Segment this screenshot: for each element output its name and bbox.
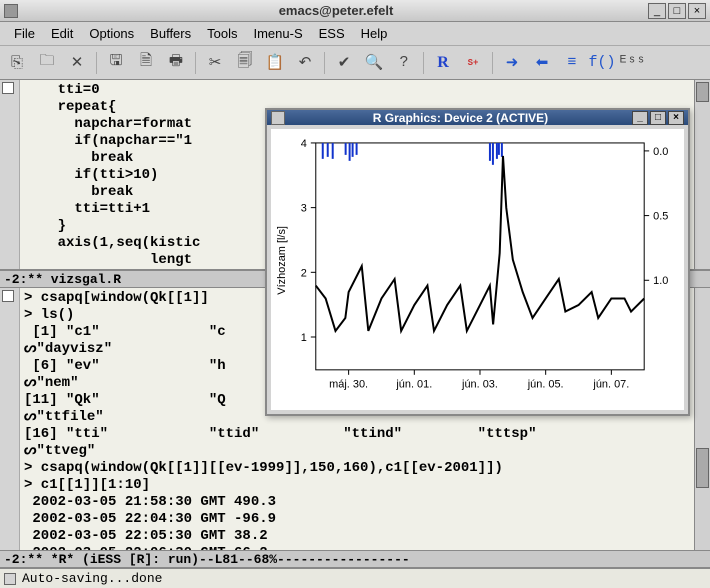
save-icon[interactable]: 🖫 bbox=[105, 52, 127, 74]
arrow-fn-icon[interactable]: f() bbox=[591, 52, 613, 74]
arrow-left-icon[interactable]: ⬅ bbox=[531, 52, 553, 74]
svg-text:máj. 30.: máj. 30. bbox=[329, 379, 368, 391]
help-icon[interactable]: ? bbox=[393, 52, 415, 74]
splus-icon[interactable]: S+ bbox=[462, 52, 484, 74]
minibuffer: Auto-saving...done bbox=[0, 568, 710, 588]
cut-icon[interactable]: ✂ bbox=[204, 52, 226, 74]
editor-scrollbar[interactable] bbox=[694, 80, 710, 269]
paste-icon[interactable]: 📋 bbox=[264, 52, 286, 74]
copy-icon[interactable]: 🗐 bbox=[234, 52, 256, 74]
arrow-lines-icon[interactable]: ≡ bbox=[561, 52, 583, 74]
r-graphics-title: R Graphics: Device 2 (ACTIVE) bbox=[289, 111, 632, 125]
menubar: File Edit Options Buffers Tools Imenu-S … bbox=[0, 22, 710, 46]
folder-icon[interactable]: 🗀 bbox=[36, 52, 58, 74]
svg-text:0.0: 0.0 bbox=[653, 146, 668, 158]
gutter-mark-icon bbox=[2, 82, 14, 94]
editor-gutter bbox=[0, 80, 20, 269]
r-plot-area: 4 3 2 1 0.0 0.5 1.0 máj. 30. bbox=[271, 129, 684, 410]
y-left-ticks: 4 3 2 1 bbox=[301, 138, 316, 344]
r-graphics-buttons: _ □ × bbox=[632, 111, 684, 125]
close-x-icon[interactable]: ✕ bbox=[66, 52, 88, 74]
spell-icon[interactable]: ✔ bbox=[333, 52, 355, 74]
toolbar-sep bbox=[96, 52, 97, 74]
r-max-button[interactable]: □ bbox=[650, 111, 666, 125]
svg-text:4: 4 bbox=[301, 138, 307, 150]
undo-icon[interactable]: ↶ bbox=[294, 52, 316, 74]
svg-text:0.5: 0.5 bbox=[653, 211, 668, 223]
console-scrollbar[interactable] bbox=[694, 288, 710, 550]
r-min-button[interactable]: _ bbox=[632, 111, 648, 125]
r-icon[interactable]: R bbox=[432, 52, 454, 74]
menu-file[interactable]: File bbox=[8, 23, 41, 44]
plot-frame bbox=[316, 143, 644, 370]
toolbar-sep bbox=[324, 52, 325, 74]
window-buttons: _ □ × bbox=[648, 3, 706, 19]
toolbar-sep bbox=[423, 52, 424, 74]
menu-help[interactable]: Help bbox=[355, 23, 394, 44]
page-icon[interactable]: 🗎 bbox=[135, 52, 157, 74]
menu-imenu-s[interactable]: Imenu-S bbox=[247, 23, 308, 44]
search-icon[interactable]: 🔍 bbox=[363, 52, 385, 74]
svg-text:jún. 01.: jún. 01. bbox=[395, 379, 432, 391]
y-right-ticks: 0.0 0.5 1.0 bbox=[644, 146, 668, 287]
minibuffer-text: Auto-saving...done bbox=[22, 571, 162, 586]
svg-text:jún. 07.: jún. 07. bbox=[592, 379, 629, 391]
titlebar: emacs@peter.efelt _ □ × bbox=[0, 0, 710, 22]
menu-buffers[interactable]: Buffers bbox=[144, 23, 197, 44]
chart-line-series bbox=[316, 156, 644, 331]
minibuf-mark-icon bbox=[4, 573, 16, 585]
svg-text:3: 3 bbox=[301, 203, 307, 215]
scrollbar-thumb[interactable] bbox=[696, 82, 709, 102]
toolbar-sep bbox=[492, 52, 493, 74]
modeline-console: -2:** *R* (iESS [R]: run)--L81--68%-----… bbox=[0, 550, 710, 568]
console-gutter bbox=[0, 288, 20, 550]
x-ticks: máj. 30. jún. 01. jún. 03. jún. 05. jún.… bbox=[329, 370, 629, 391]
close-button[interactable]: × bbox=[688, 3, 706, 19]
toolbar-sep bbox=[195, 52, 196, 74]
arrow-right-icon[interactable]: ➜ bbox=[501, 52, 523, 74]
scrollbar-thumb[interactable] bbox=[696, 448, 709, 488]
toolbar: ⎘ 🗀 ✕ 🖫 🗎 🖶 ✂ 🗐 📋 ↶ ✔ 🔍 ? R S+ ➜ ⬅ ≡ f()… bbox=[0, 46, 710, 80]
print-icon[interactable]: 🖶 bbox=[165, 52, 187, 74]
menu-options[interactable]: Options bbox=[83, 23, 140, 44]
open-icon[interactable]: ⎘ bbox=[6, 52, 28, 74]
svg-text:jún. 03.: jún. 03. bbox=[461, 379, 498, 391]
rug-marks bbox=[323, 143, 502, 165]
maximize-button[interactable]: □ bbox=[668, 3, 686, 19]
ess-icon[interactable]: ᴱˢˢ bbox=[621, 52, 643, 74]
r-close-button[interactable]: × bbox=[668, 111, 684, 125]
svg-text:jún. 05.: jún. 05. bbox=[527, 379, 564, 391]
gutter-mark-icon bbox=[2, 290, 14, 302]
minimize-button[interactable]: _ bbox=[648, 3, 666, 19]
r-graphics-titlebar[interactable]: R Graphics: Device 2 (ACTIVE) _ □ × bbox=[267, 110, 688, 125]
svg-text:2: 2 bbox=[301, 268, 307, 280]
app-icon bbox=[4, 4, 18, 18]
menu-edit[interactable]: Edit bbox=[45, 23, 79, 44]
svg-text:1: 1 bbox=[301, 332, 307, 344]
chart-svg: 4 3 2 1 0.0 0.5 1.0 máj. 30. bbox=[271, 129, 684, 410]
y-axis-label: Vízhozam [l/s] bbox=[276, 226, 288, 295]
r-graphics-icon bbox=[271, 111, 285, 125]
menu-tools[interactable]: Tools bbox=[201, 23, 243, 44]
svg-text:1.0: 1.0 bbox=[653, 276, 668, 288]
menu-ess[interactable]: ESS bbox=[313, 23, 351, 44]
window-title: emacs@peter.efelt bbox=[24, 3, 648, 18]
r-graphics-window[interactable]: R Graphics: Device 2 (ACTIVE) _ □ × 4 3 … bbox=[265, 108, 690, 416]
